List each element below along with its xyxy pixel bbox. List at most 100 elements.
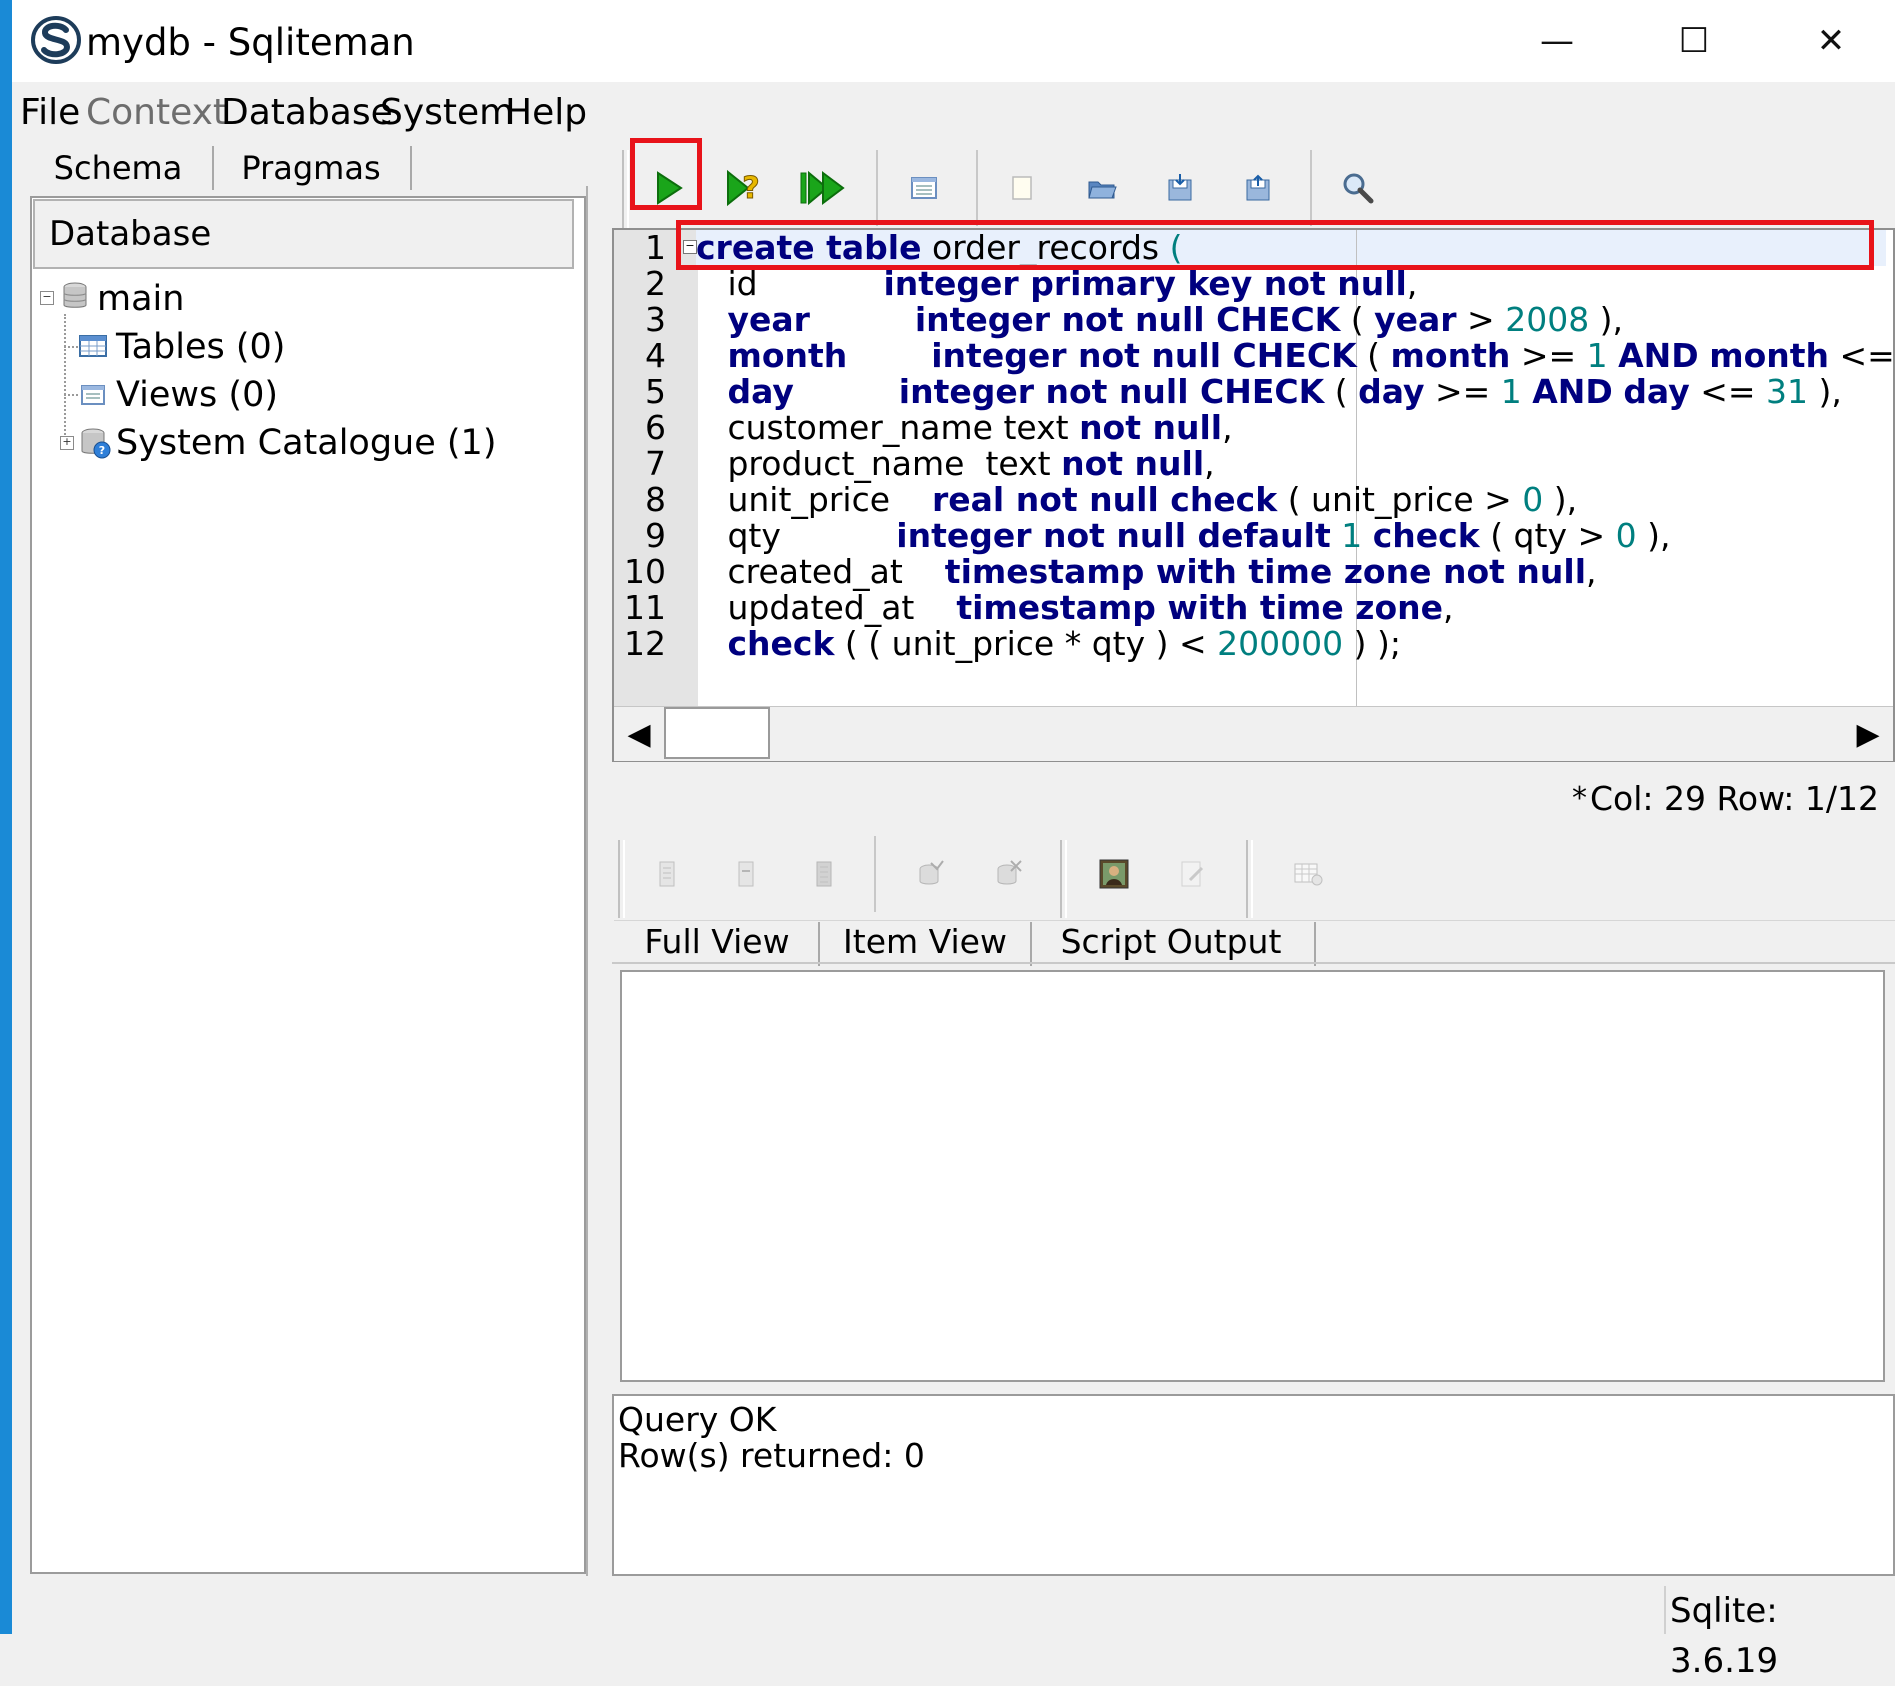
tab-divider [212,146,214,190]
image-preview-icon [1099,859,1129,889]
scroll-right-icon[interactable]: ▶ [1843,707,1893,761]
line-number: 2 [645,264,666,303]
code-token: ( unit_price > [1277,480,1523,519]
toolbar-separator [1310,150,1312,226]
menu-help[interactable]: Help [505,90,587,136]
tree-node-main[interactable]: main [97,276,184,322]
find-icon [1343,173,1374,204]
code-token: >= [1424,372,1501,411]
code-token: real not null check [932,480,1278,519]
system-catalogue-icon: ? [81,428,111,459]
code-line[interactable]: id integer primary key not null, [696,266,1417,302]
code-token: month [1390,336,1511,375]
table-view-icon [1294,863,1323,886]
code-token: AND [1532,372,1613,411]
code-line[interactable]: unit_price real not null check ( unit_pr… [696,482,1577,518]
code-line[interactable]: product_name text not null, [696,444,1214,483]
code-token: ), [1636,516,1671,555]
scroll-thumb[interactable] [664,707,770,759]
line-number: 12 [624,624,666,663]
tree-node-views[interactable]: Views (0) [116,372,278,418]
sqliteman-logo-icon [31,16,81,64]
menu-database[interactable]: Database [221,90,393,136]
blob-preview-button[interactable] [1084,844,1144,904]
query-output-pane[interactable] [612,1394,1895,1576]
code-token: 0 [1615,516,1637,555]
tab-item-view[interactable]: Item View [820,918,1030,966]
code-token: integer not null CHECK [914,300,1341,339]
save-as-icon [1246,174,1270,201]
code-line[interactable]: month integer not null CHECK ( month >= … [696,338,1895,374]
maximize-button[interactable]: ☐ [1625,0,1763,82]
save-file-icon [1168,174,1192,201]
toolbar-grip[interactable] [1246,840,1253,918]
code-line[interactable]: year integer not null CHECK ( year > 200… [696,302,1623,338]
tab-schema[interactable]: Schema [24,146,212,190]
open-file-button[interactable] [1068,154,1136,222]
code-token: check [1372,516,1480,555]
toolbar-separator [976,150,978,226]
code-token: day [727,372,794,411]
create-view-icon [911,177,937,199]
tab-script-output[interactable]: Script Output [1032,918,1310,966]
collapse-main-icon[interactable]: − [40,291,54,305]
code-token: 200000 [1217,624,1344,663]
tab-full-view[interactable]: Full View [614,918,820,966]
save-as-button[interactable] [1224,154,1292,222]
code-line[interactable]: qty integer not null default 1 check ( q… [696,518,1670,554]
tab-pragmas[interactable]: Pragmas [216,146,406,190]
minimize-button[interactable]: — [1488,0,1626,82]
code-token: , [1586,552,1597,591]
remove-row-icon [738,861,754,887]
menu-file[interactable]: File [20,90,80,136]
code-token: product_name text [696,444,1062,483]
desktop-edge [0,0,12,1634]
remove-row-button[interactable] [716,844,776,904]
explain-query-icon: ? [727,169,760,207]
code-token: , [1443,588,1454,627]
database-column-header[interactable]: Database [33,199,574,269]
new-file-button[interactable] [988,154,1056,222]
data-view-button[interactable] [1278,844,1338,904]
code-line[interactable]: created_at timestamp with time zone not … [696,552,1597,591]
toolbar-grip[interactable] [622,150,629,228]
edit-blob-button[interactable] [1162,844,1222,904]
find-button[interactable] [1324,154,1392,222]
tree-node-system-catalogue[interactable]: System Catalogue (1) [116,420,496,466]
code-line[interactable]: customer_name text not null, [696,408,1232,447]
code-token: customer_name text [696,408,1080,447]
expand-catalogue-icon[interactable]: + [60,436,74,450]
schema-tree-pane[interactable] [30,196,586,1574]
tab-divider [1314,922,1316,966]
commit-button[interactable] [900,844,960,904]
insert-row-button[interactable] [638,844,698,904]
export-data-button[interactable] [794,844,854,904]
create-view-button[interactable] [890,154,958,222]
tree-node-tables[interactable]: Tables (0) [116,324,285,370]
results-grid[interactable] [620,970,1885,1382]
code-token: <= [1839,336,1895,375]
code-line[interactable]: check ( ( unit_price * qty ) < 200000 ) … [696,624,1400,663]
line-number: 9 [645,516,666,555]
code-line[interactable]: updated_at timestamp with time zone, [696,588,1454,627]
menu-context[interactable]: Context [86,90,227,136]
toolbar-separator [876,150,878,226]
rollback-button[interactable] [978,844,1038,904]
scroll-left-icon[interactable]: ◀ [614,707,664,761]
code-line[interactable]: day integer not null CHECK ( day >= 1 AN… [696,372,1841,411]
save-file-button[interactable] [1146,154,1214,222]
run-script-button[interactable] [788,154,856,222]
toolbar-grip[interactable] [618,840,625,918]
menu-system[interactable]: System [380,90,514,136]
new-file-icon [1012,176,1032,200]
editor-horizontal-scrollbar[interactable]: ◀ ▶ [614,706,1893,761]
code-token: timestamp with time zone [956,588,1443,627]
close-button[interactable]: ✕ [1762,0,1895,82]
panel-splitter[interactable] [586,186,602,1576]
toolbar-grip[interactable] [1060,840,1067,918]
explain-query-button[interactable]: ? [712,154,780,222]
